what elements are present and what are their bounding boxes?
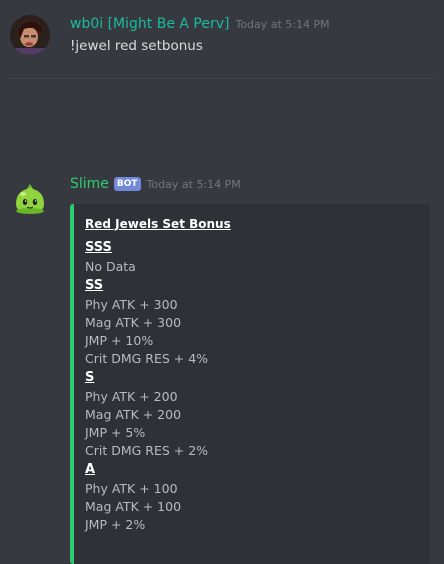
slime-avatar-icon[interactable] <box>10 178 50 218</box>
username[interactable]: Slime <box>70 176 109 192</box>
message-content: !jewel red setbonus <box>70 38 203 54</box>
bonus-line: Phy ATK + 300 <box>85 297 178 312</box>
tier-heading-ss: SS <box>85 278 104 293</box>
bonus-line: Crit DMG RES + 2% <box>85 443 209 458</box>
bonus-line: Phy ATK + 100 <box>85 481 178 496</box>
tier-heading-a: A <box>85 462 96 477</box>
bot-tag: BOT <box>113 177 141 191</box>
username[interactable]: wb0i [Might Be A Perv] <box>70 16 229 32</box>
embed: Red Jewels Set Bonus SSS No Data SS Phy … <box>70 204 430 564</box>
message-header: wb0i [Might Be A Perv] Today at 5:14 PM <box>70 14 330 34</box>
bonus-line: JMP + 5% <box>85 425 146 440</box>
timestamp: Today at 5:14 PM <box>146 177 241 191</box>
bonus-line: Mag ATK + 200 <box>85 407 182 422</box>
message-header: Slime BOT Today at 5:14 PM <box>70 174 241 194</box>
bonus-line: Phy ATK + 200 <box>85 389 178 404</box>
message-user: wb0i [Might Be A Perv] Today at 5:14 PM … <box>0 0 444 78</box>
user-avatar-icon[interactable] <box>10 15 50 55</box>
bonus-line: JMP + 2% <box>85 517 146 532</box>
tier-heading-s: S <box>85 370 95 385</box>
message-divider <box>8 78 436 79</box>
bonus-line: JMP + 10% <box>85 333 154 348</box>
bonus-line: Mag ATK + 300 <box>85 315 182 330</box>
tier-heading-sss: SSS <box>85 240 112 255</box>
bonus-line: No Data <box>85 259 136 274</box>
embed-title: Red Jewels Set Bonus <box>85 217 231 231</box>
bonus-line: Crit DMG RES + 4% <box>85 351 209 366</box>
bonus-line: Mag ATK + 100 <box>85 499 182 514</box>
timestamp: Today at 5:14 PM <box>235 17 330 31</box>
